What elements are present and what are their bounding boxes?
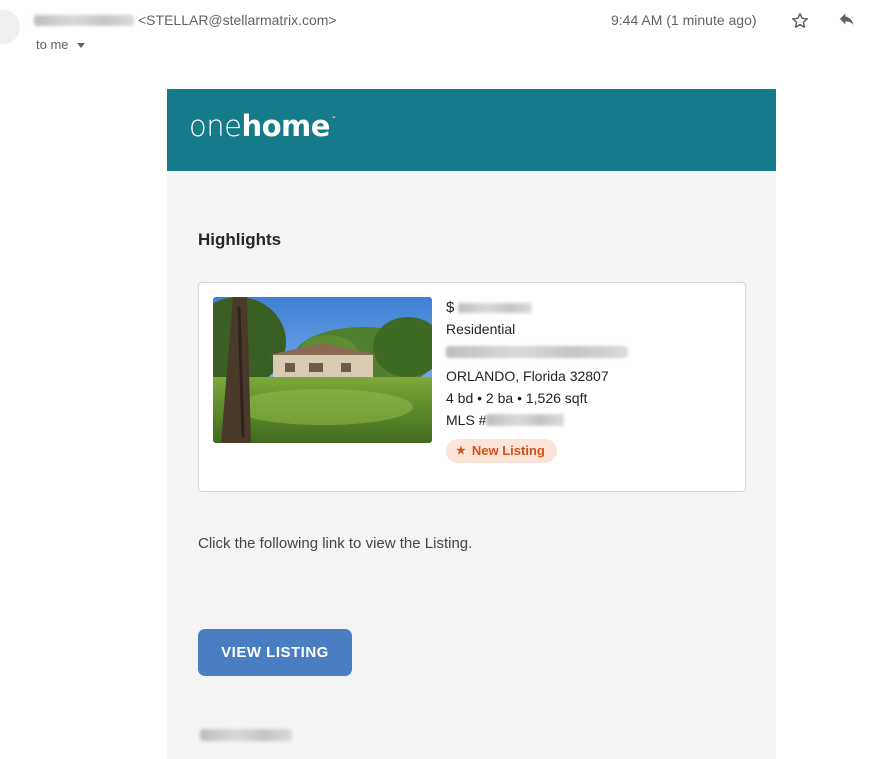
- body-text: Click the following link to view the Lis…: [198, 535, 473, 552]
- sender-name-redacted: [34, 14, 134, 26]
- city-state-zip: ORLANDO, Florida 32807: [446, 368, 609, 384]
- listing-specs: 4 bd • 2 ba • 1,526 sqft: [446, 390, 588, 406]
- star-icon[interactable]: [788, 9, 812, 33]
- recipient-details-toggle[interactable]: to me: [36, 37, 85, 52]
- mls-redacted: [486, 414, 565, 426]
- sender-email: <STELLAR@stellarmatrix.com>: [138, 12, 337, 28]
- listing-card[interactable]: $ Residential ORLANDO, Florida 32807 4 b…: [198, 282, 746, 492]
- mls-number: MLS #: [446, 409, 628, 431]
- star-icon: ★: [456, 445, 466, 457]
- listing-photo[interactable]: [213, 297, 432, 443]
- signature-redacted: [200, 729, 292, 741]
- onehome-logo: one home -: [189, 109, 336, 143]
- sender-line: <STELLAR@stellarmatrix.com>: [34, 10, 337, 30]
- new-listing-badge: ★ New Listing: [446, 439, 557, 463]
- view-listing-button[interactable]: VIEW LISTING: [198, 629, 352, 676]
- timestamp: 9:44 AM (1 minute ago): [611, 12, 757, 28]
- email-body: one home - Highlights $ Residential ORLA…: [167, 89, 776, 759]
- listing-price: $: [446, 297, 628, 318]
- street-address-redacted: [446, 346, 628, 358]
- property-type: Residential: [446, 321, 516, 337]
- listing-info: $ Residential ORLANDO, Florida 32807 4 b…: [446, 297, 628, 463]
- price-redacted: [458, 302, 533, 313]
- section-title: Highlights: [198, 230, 282, 249]
- brand-banner: one home -: [167, 89, 776, 171]
- sender-avatar: [0, 10, 20, 44]
- chevron-down-icon: [76, 42, 85, 48]
- reply-icon[interactable]: [835, 9, 859, 33]
- recipient-label: to me: [36, 37, 69, 52]
